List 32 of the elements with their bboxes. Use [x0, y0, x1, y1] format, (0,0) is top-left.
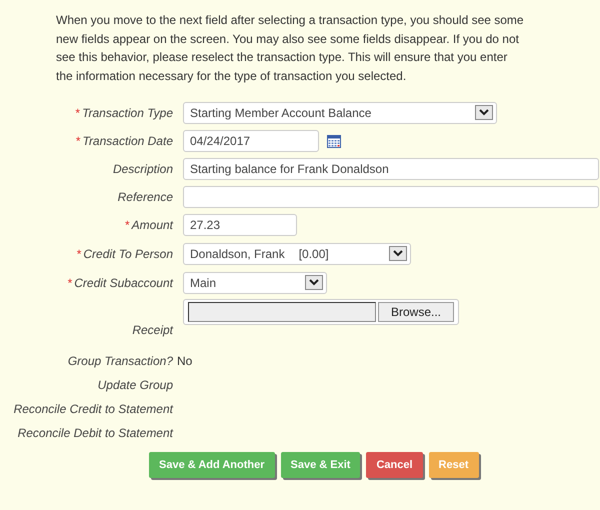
- action-button[interactable]: Cancel: [366, 452, 423, 478]
- required-mark: *: [124, 218, 130, 232]
- caret-icon: [305, 275, 323, 290]
- required-mark: *: [75, 106, 80, 120]
- input-field[interactable]: Starting balance for Frank Donaldson: [183, 158, 599, 180]
- field-label: Update Group: [98, 378, 173, 392]
- required-mark: *: [76, 134, 80, 148]
- calendar-icon[interactable]: [327, 134, 341, 148]
- instructions-text: When you move to the next field after selecting a transaction type, you should see some new fields appear on the screen. You may also see some fields disappear. If you do not see this behavior, please reselect the transaction type. This will ensure that you enter the information necessary for the type of transaction you selected.: [56, 12, 525, 85]
- input-field[interactable]: [188, 302, 376, 322]
- field-label: Receipt: [132, 323, 173, 338]
- dropdown[interactable]: Donaldson, Frank [0.00]: [183, 242, 411, 265]
- field-label: Description: [112, 162, 173, 176]
- field-label: Credit To Person: [83, 246, 173, 261]
- field-label: Reconcile Credit to Statement: [14, 402, 173, 416]
- field-label: Amount: [132, 218, 173, 232]
- field-label: Reference: [118, 190, 173, 204]
- input-field[interactable]: 27.23: [183, 214, 297, 236]
- dropdown[interactable]: Main: [183, 272, 327, 294]
- field-label: Credit Subaccount: [74, 276, 173, 290]
- field-label: Transaction Type: [82, 106, 173, 120]
- browse-button[interactable]: Browse...: [378, 302, 454, 322]
- caret-icon: [389, 246, 407, 262]
- caret-icon: [475, 105, 493, 120]
- date-field[interactable]: 04/24/2017: [183, 130, 319, 152]
- required-mark: *: [68, 276, 72, 290]
- required-mark: *: [76, 246, 82, 261]
- dropdown[interactable]: Starting Member Account Balance: [183, 102, 497, 124]
- field-value: No: [177, 354, 194, 368]
- field-label: Group Transaction?: [68, 354, 173, 368]
- field-label: Reconcile Debit to Statement: [18, 426, 173, 440]
- field-label: Transaction Date: [82, 134, 173, 148]
